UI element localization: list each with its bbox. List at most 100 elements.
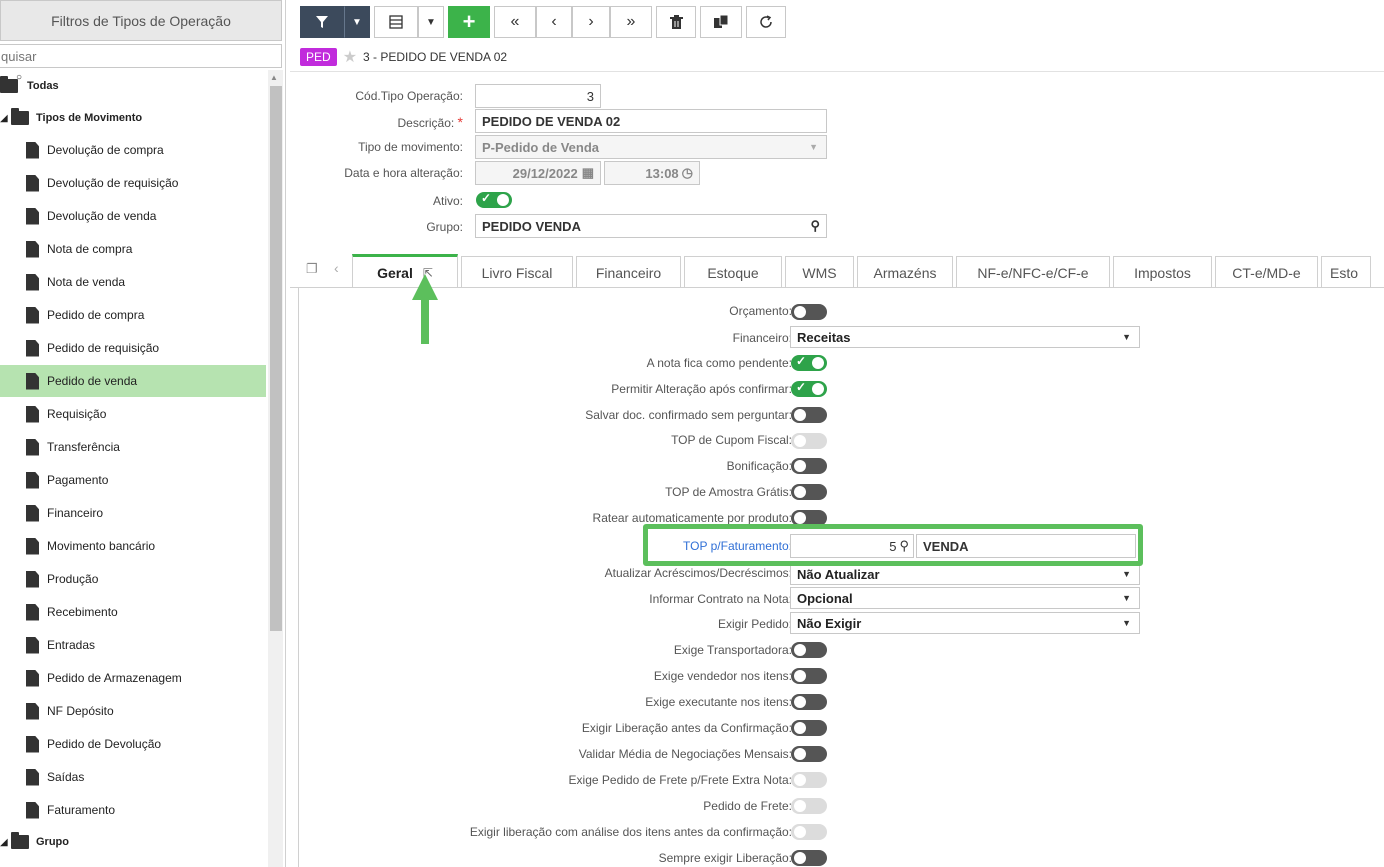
atualizar-label: Atualizar Acréscimos/Decréscimos:: [604, 566, 792, 580]
tree-item[interactable]: Movimento bancário: [0, 530, 266, 562]
tree-item[interactable]: Pedido de compra: [0, 299, 266, 331]
financeiro-label: Financeiro:: [732, 331, 792, 345]
view-dropdown-button[interactable]: ▼: [418, 6, 444, 38]
next-record-button[interactable]: ›: [572, 6, 610, 38]
ativo-toggle[interactable]: [476, 191, 512, 208]
document-icon: [26, 240, 39, 258]
search-icon[interactable]: ⚲: [810, 218, 820, 234]
tabs-prev-icon[interactable]: ‹: [334, 260, 339, 276]
cod-field[interactable]: 3: [475, 84, 601, 108]
salvar-doc-toggle[interactable]: [791, 407, 827, 423]
exige-executante-toggle[interactable]: [791, 694, 827, 710]
exige-pedido-select[interactable]: Não Exigir ▼: [790, 612, 1140, 634]
exige-transp-toggle[interactable]: [791, 642, 827, 658]
tab-armazens[interactable]: Armazéns: [857, 256, 953, 288]
ratear-label: Ratear automaticamente por produto:: [592, 511, 792, 525]
top-amostra-toggle[interactable]: [791, 484, 827, 500]
caret-down-icon: ▼: [1122, 593, 1131, 603]
caret-down-icon[interactable]: ◢: [0, 837, 8, 848]
tree-item[interactable]: Financeiro: [0, 497, 266, 529]
exigir-liberacao-toggle[interactable]: [791, 720, 827, 736]
delete-button[interactable]: [656, 6, 696, 38]
tree-item[interactable]: Pedido de requisição: [0, 332, 266, 364]
cod-label: Cód.Tipo Operação:: [355, 89, 463, 103]
tree-item[interactable]: Faturamento: [0, 794, 266, 826]
double-chevron-right-icon: »: [626, 13, 636, 30]
tree-item-label: Devolução de requisição: [47, 176, 179, 190]
tree-item[interactable]: Pedido de Armazenagem: [0, 662, 266, 694]
orcamento-toggle[interactable]: [791, 304, 827, 320]
sempre-exigir-toggle[interactable]: [791, 850, 827, 866]
tree-item[interactable]: Pedido de venda: [0, 365, 266, 397]
tree-item[interactable]: Transferência: [0, 431, 266, 463]
tab-impostos[interactable]: Impostos: [1113, 256, 1212, 288]
first-record-button[interactable]: «: [494, 6, 536, 38]
tree-item[interactable]: Entradas: [0, 629, 266, 661]
nota-pendente-toggle[interactable]: [791, 354, 827, 371]
tree-item[interactable]: Recebimento: [0, 596, 266, 628]
circle-icon: ○: [16, 72, 23, 83]
nota-pendente-label: A nota fica como pendente:: [646, 356, 792, 370]
tree-item-label: Pedido de compra: [47, 308, 145, 322]
tree-item[interactable]: Requisição: [0, 398, 266, 430]
trash-icon: [669, 15, 683, 29]
tree-item[interactable]: Nota de compra: [0, 233, 266, 265]
filter-dropdown-button[interactable]: ▼: [344, 6, 370, 38]
tree-item[interactable]: Devolução de compra: [0, 134, 266, 166]
scroll-up-icon[interactable]: ▲: [270, 73, 278, 82]
document-icon: [26, 537, 39, 555]
tab-label: Financeiro: [595, 264, 662, 281]
filter-button[interactable]: [300, 6, 344, 38]
tab-cte[interactable]: CT-e/MD-e: [1215, 256, 1318, 288]
tree-node-grupo[interactable]: ◢ Grupo: [0, 826, 266, 858]
tree-item[interactable]: Produção: [0, 563, 266, 595]
permitir-alteracao-toggle[interactable]: [791, 380, 827, 397]
tab-wms[interactable]: WMS: [785, 256, 854, 288]
tab-geral[interactable]: Geral ⇱: [352, 254, 458, 288]
date-field: 29/12/2022 ▦: [475, 161, 601, 185]
tree-item-label: Requisição: [47, 407, 107, 421]
financeiro-select[interactable]: Receitas ▼: [790, 326, 1140, 348]
prev-record-button[interactable]: ‹: [536, 6, 572, 38]
tree-node-todas[interactable]: ○ Todas: [0, 70, 266, 102]
exige-vendedor-toggle[interactable]: [791, 668, 827, 684]
bonificacao-toggle[interactable]: [791, 458, 827, 474]
description-field[interactable]: PEDIDO DE VENDA 02: [475, 109, 827, 133]
last-record-button[interactable]: »: [610, 6, 652, 38]
add-button[interactable]: +: [448, 6, 490, 38]
refresh-button[interactable]: [746, 6, 786, 38]
permitir-alteracao-label: Permitir Alteração após confirmar:: [611, 382, 792, 396]
time-field: 13:08 ◷: [604, 161, 700, 185]
tab-label: Geral: [377, 264, 413, 281]
star-icon[interactable]: ★: [343, 47, 357, 67]
tab-nfe[interactable]: NF-e/NFC-e/CF-e: [956, 256, 1110, 288]
caret-down-icon[interactable]: ◢: [0, 113, 8, 124]
tree-node-tipos-movimento[interactable]: ◢ Tipos de Movimento: [0, 102, 266, 134]
atualizar-value: Não Atualizar: [797, 566, 880, 582]
tree-item[interactable]: NF Depósito: [0, 695, 266, 727]
clock-icon: ◷: [681, 165, 693, 180]
tabs-expand-icon[interactable]: ❐: [306, 261, 318, 277]
exige-frete-label: Exige Pedido de Frete p/Frete Extra Nota…: [568, 773, 792, 787]
atualizar-select[interactable]: Não Atualizar ▼: [790, 563, 1140, 585]
tree-item[interactable]: Nota de venda: [0, 266, 266, 298]
double-chevron-left-icon: «: [510, 13, 520, 30]
tab-estoque[interactable]: Estoque: [684, 256, 782, 288]
contrato-select[interactable]: Opcional ▼: [790, 587, 1140, 609]
tree-item[interactable]: Pagamento: [0, 464, 266, 496]
tree-item[interactable]: Saídas: [0, 761, 266, 793]
duplicate-button[interactable]: [700, 6, 742, 38]
tab-estoque-2[interactable]: Esto: [1321, 256, 1371, 288]
caret-down-icon: ▼: [1122, 332, 1131, 342]
tab-livro-fiscal[interactable]: Livro Fiscal: [461, 256, 573, 288]
grid-view-button[interactable]: [374, 6, 418, 38]
grupo-field[interactable]: PEDIDO VENDA ⚲: [475, 214, 827, 238]
document-icon: [26, 372, 39, 390]
tree-item[interactable]: Devolução de requisição: [0, 167, 266, 199]
filter-search-input[interactable]: [0, 44, 282, 68]
tree-item[interactable]: Pedido de Devolução: [0, 728, 266, 760]
validar-media-toggle[interactable]: [791, 746, 827, 762]
tab-financeiro[interactable]: Financeiro: [576, 256, 681, 288]
tree-item[interactable]: Devolução de venda: [0, 200, 266, 232]
tree-scroll-thumb[interactable]: [270, 86, 282, 631]
